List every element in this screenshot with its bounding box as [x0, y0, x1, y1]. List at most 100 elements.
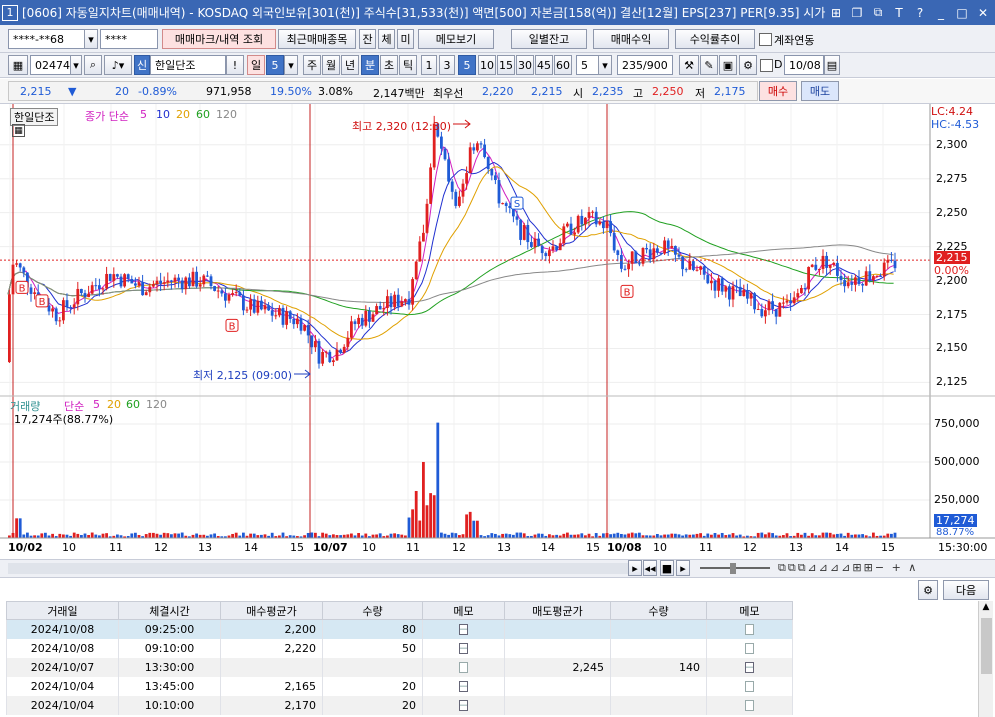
calendar-icon[interactable]: ▤ — [824, 55, 840, 75]
memo-icon[interactable] — [459, 624, 468, 636]
unfilled-button[interactable]: 미 — [397, 29, 414, 49]
draw-icon[interactable]: ✎ — [700, 55, 718, 75]
memo-icon[interactable] — [745, 700, 754, 711]
scroll-up-icon[interactable]: ▲ — [980, 602, 992, 616]
minimize-icon[interactable]: _ — [932, 4, 950, 22]
min-3-button[interactable]: 3 — [439, 55, 455, 75]
executed-button[interactable]: 체 — [378, 29, 395, 49]
cell-buy-memo[interactable] — [422, 695, 505, 715]
range-input[interactable]: 235/900 — [617, 55, 673, 75]
table-scrollbar[interactable]: ▲ — [978, 601, 993, 717]
search-icon[interactable]: ⌕ — [84, 55, 102, 75]
trade-profit-button[interactable]: 매매수익 — [593, 29, 669, 49]
memo-icon[interactable] — [745, 662, 754, 673]
float-icon[interactable]: ⧉ — [869, 4, 887, 22]
memo-icon[interactable] — [745, 624, 754, 636]
date-checkbox[interactable] — [760, 59, 773, 72]
stop-icon[interactable]: ■ — [660, 560, 674, 576]
memo-icon[interactable] — [459, 643, 468, 654]
account-dropdown-icon[interactable]: ▾ — [84, 29, 98, 49]
sound-icon[interactable]: ♪▾ — [104, 55, 132, 75]
period-dropdown-icon[interactable]: ▾ — [284, 55, 298, 75]
memo-icon[interactable] — [459, 662, 468, 673]
period-tick-button[interactable]: 틱 — [399, 55, 417, 75]
help-icon[interactable]: ? — [911, 4, 929, 22]
cell-buy-memo[interactable] — [422, 638, 505, 658]
return-trend-button[interactable]: 수익률추이 — [675, 29, 755, 49]
scroll-right-icon[interactable]: ▸ — [628, 560, 642, 576]
restore-icon[interactable]: ❐ — [848, 4, 866, 22]
col-sell-memo[interactable]: 메모 — [706, 601, 793, 620]
pin-icon[interactable]: T — [890, 4, 908, 22]
period-week-button[interactable]: 주 — [303, 55, 321, 75]
save-icon[interactable]: ▣ — [719, 55, 737, 75]
scroll-thumb[interactable] — [981, 618, 992, 674]
period-day-button[interactable]: 일 — [247, 55, 265, 75]
table-row[interactable]: 2024/10/04 13:45:00 2,165 20 — [6, 676, 793, 696]
settings-icon[interactable]: ⚙ — [739, 55, 757, 75]
account-link-checkbox[interactable] — [759, 33, 772, 46]
cell-buy-memo[interactable] — [422, 657, 505, 677]
period-year-button[interactable]: 년 — [341, 55, 359, 75]
buy-button[interactable]: 매수 — [759, 81, 797, 101]
min-10-button[interactable]: 10 — [478, 55, 496, 75]
date-input[interactable]: 10/08 — [784, 55, 824, 75]
account-select[interactable]: ****-**68 — [8, 29, 96, 49]
period-second-button[interactable]: 초 — [380, 55, 398, 75]
next-button[interactable]: 다음 — [943, 580, 989, 600]
min-60-button[interactable]: 60 — [554, 55, 572, 75]
memo-icon[interactable] — [459, 700, 468, 711]
sell-button[interactable]: 매도 — [801, 81, 839, 101]
table-row[interactable]: 2024/10/07 13:30:00 2,245 140 — [6, 657, 793, 677]
chart-scroll-bar[interactable]: ▸ ◂◂ ■ ▸ ⧉⧉⧉⊿⊿⊿⊿⊞⊞− + ∧ — [0, 559, 995, 577]
period-month-button[interactable]: 월 — [322, 55, 340, 75]
memo-icon[interactable] — [745, 643, 754, 654]
col-trade-date[interactable]: 거래일 — [6, 601, 119, 620]
col-exec-time[interactable]: 체결시간 — [118, 601, 221, 620]
link-icon[interactable]: ⊞ — [827, 4, 845, 22]
memo-icon[interactable] — [745, 681, 754, 692]
rewind-icon[interactable]: ◂◂ — [643, 560, 657, 576]
drawing-tools-icon[interactable]: ⧉⧉⧉⊿⊿⊿⊿⊞⊞− + ∧ — [778, 561, 918, 575]
col-buy-qty[interactable]: 수량 — [322, 601, 423, 620]
candlestick-chart[interactable]: BBBSB 한일단조 ▦ 종가 단순 5 10 20 60 120 최고 2,3… — [0, 104, 995, 559]
min-45-button[interactable]: 45 — [535, 55, 553, 75]
col-buy-avg[interactable]: 매수평균가 — [220, 601, 323, 620]
recent-stocks-button[interactable]: 최근매매종목 — [278, 29, 356, 49]
col-buy-memo[interactable]: 메모 — [422, 601, 505, 620]
period-n-select[interactable]: 5 — [266, 55, 284, 75]
count-dropdown-icon[interactable]: ▾ — [598, 55, 612, 75]
period-minute-button[interactable]: 분 — [361, 55, 379, 75]
layout-icon[interactable]: ▦ — [8, 55, 28, 75]
code-dropdown-icon[interactable]: ▾ — [70, 55, 82, 75]
col-sell-qty[interactable]: 수량 — [610, 601, 707, 620]
table-row[interactable]: 2024/10/04 10:10:00 2,170 20 — [6, 695, 793, 715]
min-30-button[interactable]: 30 — [516, 55, 534, 75]
cell-sell-memo[interactable] — [706, 657, 793, 677]
memo-icon[interactable] — [459, 681, 468, 692]
table-row[interactable]: 2024/10/08 09:10:00 2,220 50 — [6, 638, 793, 658]
zoom-slider-handle[interactable] — [730, 563, 736, 574]
min-1-button[interactable]: 1 — [421, 55, 437, 75]
min-5-button[interactable]: 5 — [458, 55, 476, 75]
cell-buy-memo[interactable] — [422, 619, 505, 639]
cell-sell-memo[interactable] — [706, 676, 793, 696]
view-trades-button[interactable]: 매매마크/내역 조회 — [162, 29, 276, 49]
memo-view-button[interactable]: 메모보기 — [418, 29, 494, 49]
daily-balance-button[interactable]: 일별잔고 — [511, 29, 587, 49]
close-icon[interactable]: ✕ — [974, 4, 992, 22]
tools-icon[interactable]: ⚒ — [679, 55, 699, 75]
password-input[interactable]: **** — [100, 29, 158, 49]
cell-sell-memo[interactable] — [706, 638, 793, 658]
cell-sell-memo[interactable] — [706, 619, 793, 639]
price-chart-svg[interactable]: B B B S B — [0, 104, 995, 559]
balance-button[interactable]: 잔 — [359, 29, 376, 49]
maximize-icon[interactable]: □ — [953, 4, 971, 22]
grid-toggle-icon[interactable]: ▦ — [12, 124, 25, 137]
col-sell-avg[interactable]: 매도평균가 — [504, 601, 611, 620]
stock-info-button[interactable]: ! — [226, 55, 244, 75]
cell-sell-memo[interactable] — [706, 695, 793, 715]
table-row[interactable]: 2024/10/08 09:25:00 2,200 80 — [6, 619, 793, 639]
min-15-button[interactable]: 15 — [497, 55, 515, 75]
play-icon[interactable]: ▸ — [676, 560, 690, 576]
